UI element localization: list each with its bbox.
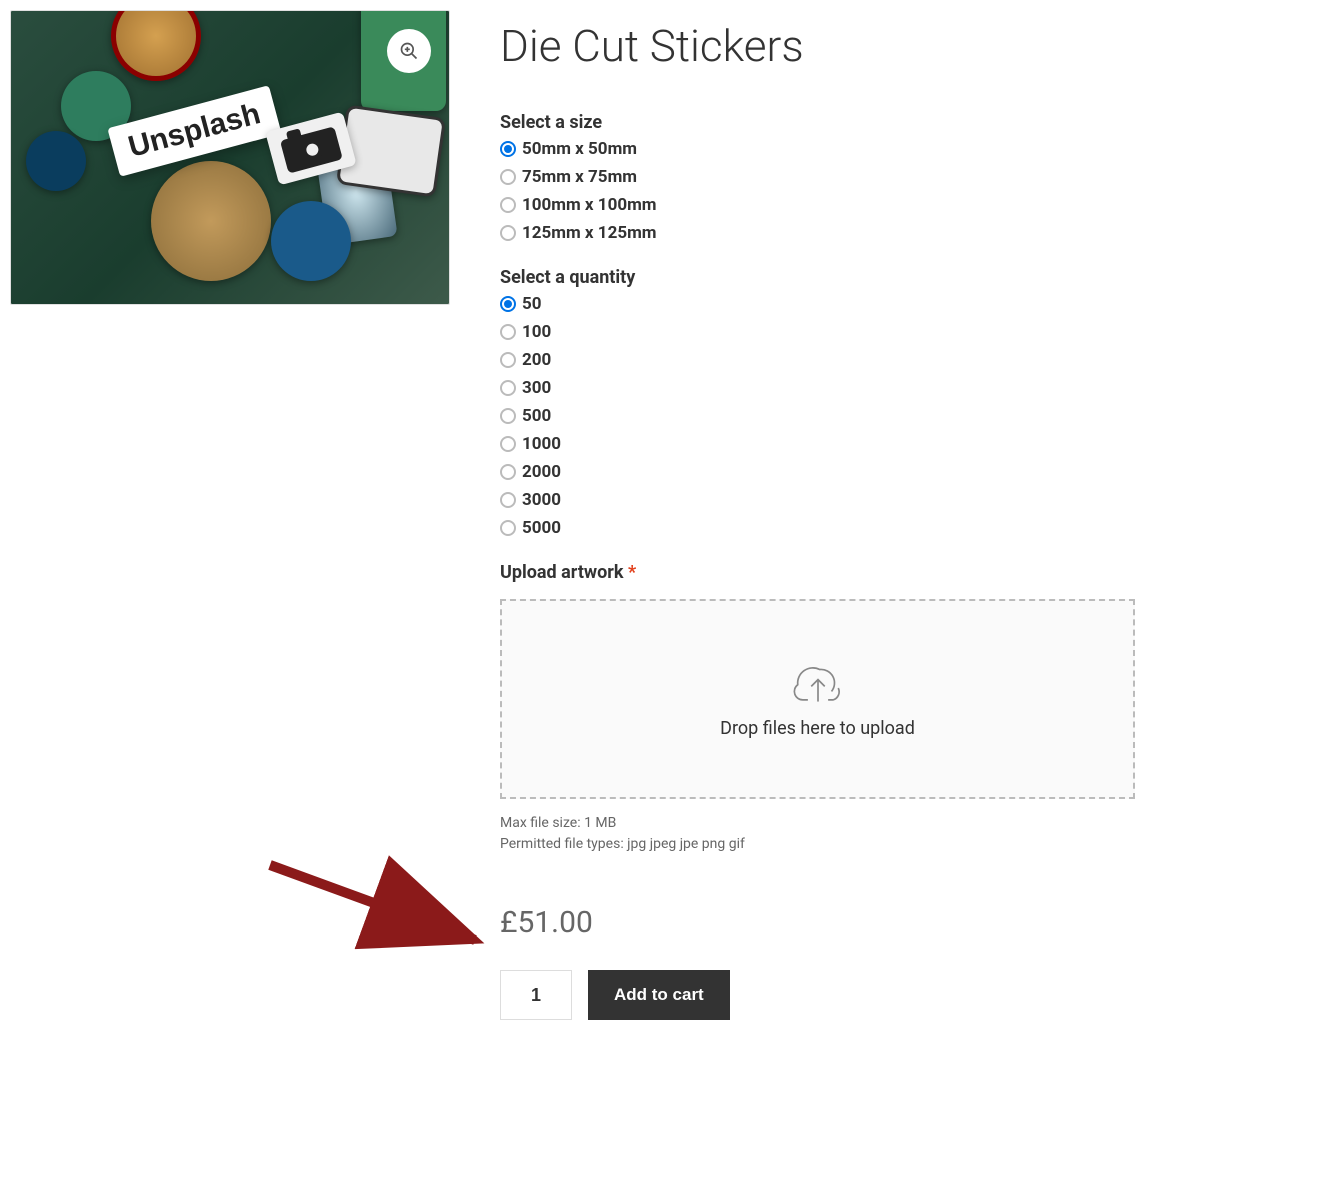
zoom-button[interactable] xyxy=(387,29,431,73)
cloud-upload-icon xyxy=(791,660,845,706)
radio-indicator xyxy=(500,225,516,241)
quantity-option[interactable]: 2000 xyxy=(500,462,1135,482)
quantity-option[interactable]: 100 xyxy=(500,322,1135,342)
product-title: Die Cut Stickers xyxy=(500,20,1135,72)
product-price: £51.00 xyxy=(500,905,1135,940)
cart-quantity-input[interactable] xyxy=(500,970,572,1020)
size-option[interactable]: 50mm x 50mm xyxy=(500,139,1135,159)
size-option-label: 50mm x 50mm xyxy=(522,139,637,159)
radio-indicator xyxy=(500,324,516,340)
quantity-option-label: 50 xyxy=(522,294,542,314)
quantity-option-label: 500 xyxy=(522,406,551,426)
radio-indicator xyxy=(500,436,516,452)
quantity-option[interactable]: 3000 xyxy=(500,490,1135,510)
size-option[interactable]: 125mm x 125mm xyxy=(500,223,1135,243)
radio-indicator xyxy=(500,492,516,508)
size-option-group: Select a size 50mm x 50mm 75mm x 75mm 100m… xyxy=(500,112,1135,243)
quantity-option-label: 5000 xyxy=(522,518,561,538)
quantity-option-label: 2000 xyxy=(522,462,561,482)
product-image[interactable]: Unsplash xyxy=(11,11,449,304)
radio-indicator xyxy=(500,169,516,185)
upload-label-text: Upload artwork xyxy=(500,562,624,583)
required-indicator: * xyxy=(628,562,636,583)
quantity-option-label: 1000 xyxy=(522,434,561,454)
quantity-option-label: 300 xyxy=(522,378,551,398)
quantity-option-group: Select a quantity 50 100 200 300 500 1000 2000… xyxy=(500,267,1135,538)
radio-indicator xyxy=(500,352,516,368)
quantity-option[interactable]: 1000 xyxy=(500,434,1135,454)
quantity-option-label: 3000 xyxy=(522,490,561,510)
size-option-label: 75mm x 75mm xyxy=(522,167,637,187)
size-label: Select a size xyxy=(500,112,1135,133)
size-option-label: 100mm x 100mm xyxy=(522,195,657,215)
size-option[interactable]: 75mm x 75mm xyxy=(500,167,1135,187)
radio-indicator xyxy=(500,464,516,480)
size-option[interactable]: 100mm x 100mm xyxy=(500,195,1135,215)
product-image-container: Unsplash xyxy=(10,10,450,305)
upload-dropzone[interactable]: Drop files here to upload xyxy=(500,599,1135,799)
add-to-cart-button[interactable]: Add to cart xyxy=(588,970,730,1020)
quantity-option[interactable]: 5000 xyxy=(500,518,1135,538)
radio-indicator xyxy=(500,520,516,536)
quantity-option[interactable]: 300 xyxy=(500,378,1135,398)
upload-label: Upload artwork * xyxy=(500,562,1135,583)
radio-indicator xyxy=(500,380,516,396)
radio-indicator xyxy=(500,296,516,312)
quantity-option[interactable]: 50 xyxy=(500,294,1135,314)
upload-drop-text: Drop files here to upload xyxy=(720,718,915,739)
quantity-label: Select a quantity xyxy=(500,267,1135,288)
size-option-label: 125mm x 125mm xyxy=(522,223,657,243)
quantity-option-label: 100 xyxy=(522,322,551,342)
upload-max-size: Max file size: 1 MB xyxy=(500,813,1135,834)
cart-row: Add to cart xyxy=(500,970,1135,1020)
quantity-option[interactable]: 200 xyxy=(500,350,1135,370)
quantity-option-label: 200 xyxy=(522,350,551,370)
radio-indicator xyxy=(500,408,516,424)
radio-indicator xyxy=(500,141,516,157)
quantity-option[interactable]: 500 xyxy=(500,406,1135,426)
radio-indicator xyxy=(500,197,516,213)
magnify-plus-icon xyxy=(399,41,419,61)
upload-permitted-types: Permitted file types: jpg jpeg jpe png g… xyxy=(500,834,1135,855)
